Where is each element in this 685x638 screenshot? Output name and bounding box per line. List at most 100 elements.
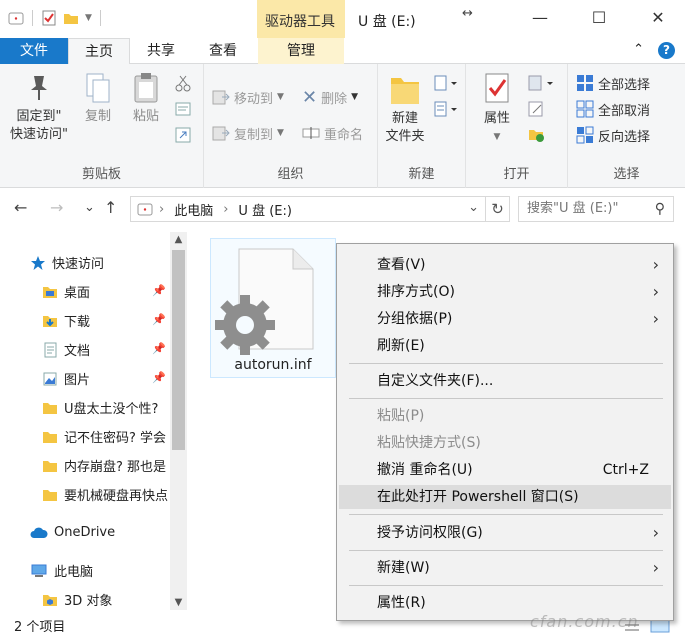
menu-separator: [349, 398, 663, 399]
history-icon[interactable]: [528, 126, 546, 144]
open-group: 属性 ▼ 打开: [466, 64, 568, 188]
folder-icon: [43, 489, 57, 501]
paste-button[interactable]: 粘贴: [126, 72, 166, 126]
window-title: U 盘 (E:): [358, 14, 416, 30]
drive-icon: [137, 203, 153, 216]
sidebar-this-pc-label: 此电脑: [54, 565, 94, 580]
rename-button[interactable]: 重命名: [302, 122, 363, 144]
select-all-label: 全部选择: [598, 77, 651, 93]
tab-view[interactable]: 查看: [200, 38, 246, 64]
easy-access-icon[interactable]: [434, 100, 458, 118]
search-icon[interactable]: ⚲: [655, 197, 665, 221]
forward-button[interactable]: →: [50, 198, 63, 217]
computer-icon: [31, 564, 47, 577]
properties-label: 属性: [483, 111, 510, 126]
copy-button[interactable]: 复制: [78, 72, 118, 126]
settings-file-icon: [215, 248, 314, 355]
paste-shortcut-icon[interactable]: [174, 126, 192, 144]
menu-item-refresh[interactable]: 刷新(E): [339, 334, 671, 358]
delete-label: 删除: [321, 91, 348, 107]
back-button[interactable]: ←: [14, 198, 27, 217]
menu-item-customize-folder[interactable]: 自定义文件夹(F)...: [339, 369, 671, 393]
submenu-arrow-icon: ›: [652, 309, 659, 328]
search-input[interactable]: 搜索"U 盘 (E:)" ⚲: [518, 196, 674, 222]
sidebar-item-label: 要机械硬盘再快点: [64, 489, 169, 504]
tab-home[interactable]: 主页: [68, 38, 130, 65]
menu-item-sort-by[interactable]: 排序方式(O) ›: [339, 280, 671, 304]
move-to-button[interactable]: 移动到 ▼: [212, 86, 284, 108]
sidebar-item-label: 下载: [64, 315, 91, 330]
up-button[interactable]: ↑: [104, 198, 117, 217]
copy-to-dropdown-icon: ▼: [277, 128, 284, 138]
customize-toolbar-icon[interactable]: ▼: [85, 13, 92, 23]
minimize-button[interactable]: —: [528, 6, 552, 30]
open-icon[interactable]: [528, 74, 554, 92]
invert-selection-button[interactable]: 反向选择: [576, 124, 650, 146]
scroll-down-icon[interactable]: ▼: [170, 597, 187, 608]
refresh-button[interactable]: ↻: [485, 197, 509, 221]
menu-item-paste[interactable]: 粘贴(P): [339, 404, 671, 428]
menu-item-undo-rename[interactable]: 撤消 重命名(U) Ctrl+Z: [339, 458, 671, 482]
menu-item-give-access[interactable]: 授予访问权限(G) ›: [339, 521, 671, 545]
pinned-icon[interactable]: 📌: [152, 313, 166, 326]
pinned-icon[interactable]: 📌: [152, 342, 166, 355]
folder-icon: [43, 460, 57, 472]
new-folder-quick-icon[interactable]: [63, 10, 79, 26]
select-all-button[interactable]: 全部选择: [576, 72, 650, 94]
select-group-label: 选择: [613, 167, 640, 182]
pinned-icon[interactable]: 📌: [152, 371, 166, 384]
maximize-button[interactable]: ☐: [587, 6, 611, 30]
file-item[interactable]: autorun.inf: [210, 238, 336, 378]
properties-button[interactable]: 属性 ▼: [476, 72, 518, 146]
help-icon[interactable]: ?: [658, 42, 675, 59]
menu-item-view[interactable]: 查看(V) ›: [339, 253, 671, 277]
menu-item-label: 新建(W): [377, 560, 430, 576]
close-button[interactable]: ✕: [646, 6, 670, 30]
cut-icon[interactable]: [174, 74, 192, 92]
menu-separator: [349, 514, 663, 515]
tab-share[interactable]: 共享: [138, 38, 184, 64]
sidebar-item-label: 3D 对象: [64, 594, 113, 609]
pin-label-line2: 快速访问": [10, 127, 68, 142]
sidebar-onedrive-label: OneDrive: [54, 525, 116, 540]
address-dropdown-icon[interactable]: ⌄: [468, 200, 479, 215]
menu-item-new[interactable]: 新建(W) ›: [339, 556, 671, 580]
pin-quick-access-button[interactable]: 固定到" 快速访问": [4, 72, 74, 144]
properties-check-icon[interactable]: [41, 10, 57, 26]
edit-icon[interactable]: [528, 100, 546, 118]
3d-objects-icon: [43, 594, 57, 606]
sidebar-item-label: 桌面: [64, 286, 91, 301]
sidebar-item-label: 文档: [64, 344, 91, 359]
move-to-dropdown-icon: ▼: [277, 92, 284, 102]
scroll-up-icon[interactable]: ▲: [170, 234, 187, 245]
breadcrumb-this-pc[interactable]: 此电脑: [174, 200, 213, 219]
collapse-ribbon-icon[interactable]: ⌃: [633, 42, 644, 59]
delete-button[interactable]: ✕ 删除 ▼: [302, 86, 358, 108]
tab-manage[interactable]: 管理: [258, 38, 344, 64]
scrollbar-thumb[interactable]: [172, 250, 185, 450]
new-item-icon[interactable]: [434, 74, 458, 92]
menu-item-open-powershell[interactable]: 在此处打开 Powershell 窗口(S): [339, 485, 671, 509]
navigation-scrollbar[interactable]: ▲ ▼: [170, 232, 187, 610]
new-folder-button[interactable]: 新建 文件夹: [382, 72, 428, 146]
breadcrumb-drive[interactable]: U 盘 (E:): [238, 200, 292, 219]
address-bar[interactable]: › 此电脑 › U 盘 (E:) ⌄ ↻: [130, 196, 510, 222]
clipboard-group: 固定到" 快速访问" 复制 粘贴 剪贴板: [0, 64, 204, 188]
breadcrumb-separator: ›: [159, 201, 165, 217]
copy-to-button[interactable]: 复制到 ▼: [212, 122, 284, 144]
new-folder-label-line1: 新建: [391, 111, 418, 126]
tab-file[interactable]: 文件: [0, 38, 68, 64]
drive-icon[interactable]: [8, 10, 24, 26]
select-group: 全部选择 全部取消 反向选择 选择: [568, 64, 685, 188]
recent-locations-button[interactable]: ⌄: [84, 200, 95, 215]
menu-item-group-by[interactable]: 分组依据(P) ›: [339, 307, 671, 331]
resize-cursor-icon: ↔: [462, 6, 473, 21]
menu-item-paste-shortcut[interactable]: 粘贴快捷方式(S): [339, 431, 671, 455]
open-group-label: 打开: [503, 167, 530, 182]
menu-item-label: 粘贴(P): [377, 408, 425, 424]
select-none-button[interactable]: 全部取消: [576, 98, 650, 120]
download-folder-icon: [43, 315, 57, 327]
menu-item-label: 自定义文件夹(F)...: [377, 373, 494, 389]
pinned-icon[interactable]: 📌: [152, 284, 166, 297]
copy-path-icon[interactable]: [174, 100, 192, 118]
